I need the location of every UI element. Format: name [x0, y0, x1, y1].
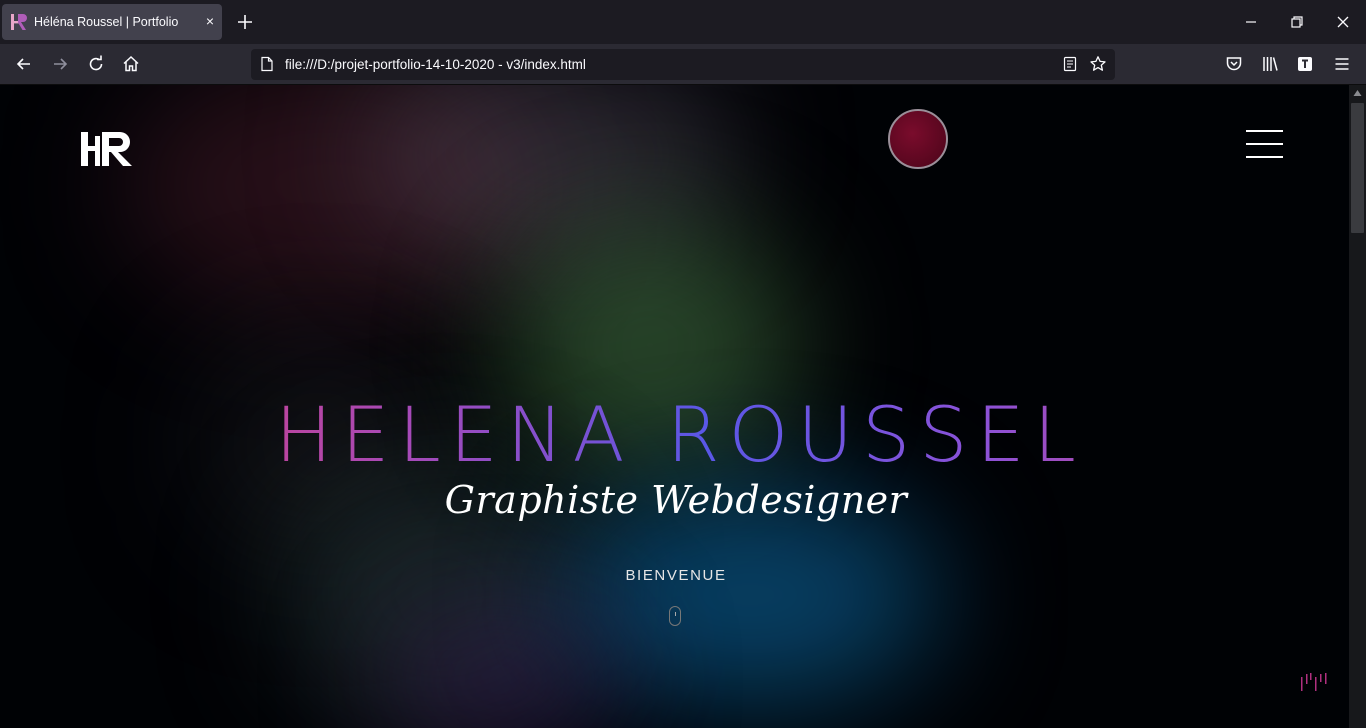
url-text[interactable]: file:///D:/projet-portfolio-14-10-2020 -… [285, 57, 586, 72]
reader-view-icon[interactable] [1061, 55, 1079, 73]
scroll-mouse-icon[interactable] [669, 606, 681, 626]
hamburger-menu-button[interactable] [1246, 130, 1283, 158]
page-scrollbar[interactable] [1349, 85, 1366, 728]
hero-name: HELENA ROUSSEL [0, 390, 1360, 480]
restore-icon[interactable] [1286, 11, 1308, 33]
plus-icon[interactable] [234, 11, 256, 33]
forward-arrow-icon[interactable] [50, 54, 70, 74]
hamburger-menu-icon[interactable] [1332, 54, 1352, 74]
page-viewport: HELENA ROUSSEL Graphiste Webdesigner BIE… [0, 85, 1366, 728]
tab-title: Héléna Roussel | Portfolio [34, 15, 179, 29]
back-arrow-icon[interactable] [14, 54, 34, 74]
hero-subtitle: Graphiste Webdesigner [444, 478, 908, 522]
library-icon[interactable] [1260, 54, 1280, 74]
extension-icon[interactable] [1295, 54, 1315, 74]
hr-logo[interactable] [80, 130, 134, 170]
cursor-follower-circle [888, 109, 948, 169]
minimize-icon[interactable] [1240, 11, 1262, 33]
browser-nav-bar: file:///D:/projet-portfolio-14-10-2020 -… [0, 44, 1366, 85]
hr-favicon-icon [11, 14, 27, 30]
page-icon [261, 56, 273, 72]
browser-tab[interactable]: Héléna Roussel | Portfolio × [2, 4, 222, 40]
sound-bars-icon[interactable] [1300, 672, 1330, 692]
tab-close-button[interactable]: × [202, 13, 218, 29]
welcome-link[interactable]: BIENVENUE [0, 567, 1352, 584]
browser-tab-bar: Héléna Roussel | Portfolio × [0, 0, 1366, 44]
reload-icon[interactable] [86, 54, 106, 74]
bookmark-star-icon[interactable] [1089, 55, 1107, 73]
scrollbar-thumb[interactable] [1351, 103, 1364, 233]
pocket-icon[interactable] [1224, 54, 1244, 74]
url-bar[interactable]: file:///D:/projet-portfolio-14-10-2020 -… [251, 49, 1115, 80]
scroll-up-arrow-icon[interactable] [1353, 89, 1362, 97]
window-close-icon[interactable] [1332, 11, 1354, 33]
home-icon[interactable] [121, 54, 141, 74]
